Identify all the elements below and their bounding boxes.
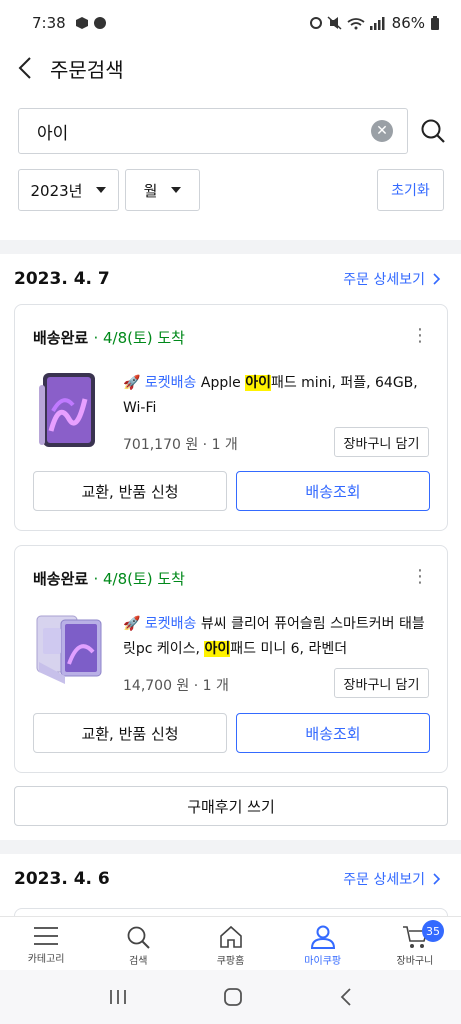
search-highlight: 아이 [204,641,231,657]
order-item-card: 배송완료 · 4/8(토) 도착 ⋮ 🚀 로켓배송 뷰씨 클리어 퓨어슬림 스마… [14,545,448,773]
delivery-status-label: 배송완료 [33,329,89,347]
price-quantity: 14,700 원 · 1 개 [123,678,229,694]
bottom-tab-bar: 카테고리 검색 쿠팡홈 마이쿠팡 장바구니 35 [0,916,461,970]
more-options-icon[interactable]: ⋮ [411,568,429,586]
home-nav-icon[interactable] [223,987,243,1007]
month-dropdown[interactable]: 월 [125,169,200,211]
exchange-return-button[interactable]: 교환, 반품 신청 [33,713,227,753]
product-name[interactable]: 🚀 로켓배송 뷰씨 클리어 퓨어슬림 스마트커버 태블릿pc 케이스, 아이패드… [123,612,433,662]
product-name-part: Apple [196,375,246,391]
rocket-delivery-label: 로켓배송 [144,616,197,632]
order-group: 2023. 4. 7 주문 상세보기 배송완료 · 4/8(토) 도착 ⋮ 🚀 … [0,254,461,840]
order-detail-link[interactable]: 주문 상세보기 [343,269,441,289]
order-date: 2023. 4. 7 [14,269,110,289]
delivery-status: 배송완료 · 4/8(토) 도착 [33,568,185,589]
delivery-status: 배송완료 · 4/8(토) 도착 [33,327,185,348]
caret-down-icon [96,187,107,193]
product-name[interactable]: 🚀 로켓배송 Apple 아이패드 mini, 퍼플, 64GB, Wi-Fi [123,371,433,421]
app-notification-icon [75,17,106,29]
cart-count-badge: 35 [422,920,445,942]
order-detail-label: 주문 상세보기 [343,272,425,288]
tab-category[interactable]: 카테고리 [0,917,92,970]
add-to-cart-button[interactable]: 장바구니 담기 [334,668,429,698]
tab-label: 카테고리 [27,954,65,965]
tab-my-coupang[interactable]: 마이쿠팡 [277,917,369,970]
search-button[interactable] [420,118,446,148]
arrival-date: · 4/8(토) 도착 [93,329,185,347]
tab-home[interactable]: 쿠팡홈 [184,917,276,970]
order-date-row: 2023. 4. 6 주문 상세보기 [0,854,461,904]
tab-label: 장바구니 [396,956,434,967]
product-image-ipad [39,373,95,447]
order-group: 2023. 4. 6 주문 상세보기 [0,854,461,918]
arrival-date: · 4/8(토) 도착 [93,570,185,588]
month-dropdown-label: 월 [143,181,158,200]
order-date-row: 2023. 4. 7 주문 상세보기 [0,254,461,304]
status-time: 7:38 [32,14,66,32]
add-to-cart-button[interactable]: 장바구니 담기 [334,427,429,457]
product-image-case [36,615,102,684]
order-date: 2023. 4. 6 [14,869,110,889]
home-icon [219,925,242,948]
search-icon [127,926,151,949]
order-detail-link[interactable]: 주문 상세보기 [343,869,441,889]
chevron-left-icon [18,57,31,79]
recent-apps-icon[interactable] [108,987,128,1007]
reset-button[interactable]: 초기화 [377,169,444,211]
tab-label: 마이쿠팡 [304,956,342,967]
year-dropdown[interactable]: 2023년 [18,169,119,211]
search-area: 아이 ✕ 2023년 월 초기화 [0,90,461,240]
search-input[interactable]: 아이 ✕ [18,108,408,154]
battery-level: 86% [391,14,425,32]
tab-label: 검색 [129,956,148,967]
status-icons [309,16,385,30]
tab-search[interactable]: 검색 [92,917,184,970]
delivery-status-label: 배송완료 [33,570,89,588]
status-bar: 7:38 86% [0,0,461,46]
search-icon [421,119,445,143]
more-options-icon[interactable]: ⋮ [411,327,429,345]
chevron-right-icon [433,273,441,285]
track-delivery-button[interactable]: 배송조회 [236,713,430,753]
battery-icon [431,16,439,30]
search-highlight: 아이 [245,375,271,391]
clear-icon[interactable]: ✕ [371,120,393,142]
back-button[interactable] [0,46,50,90]
order-item-card: 배송완료 · 4/8(토) 도착 ⋮ 🚀 로켓배송 Apple 아이패드 min… [14,304,448,531]
system-nav-bar [0,970,461,1024]
rocket-delivery-label: 로켓배송 [144,375,197,391]
menu-icon [34,927,59,945]
chevron-right-icon [433,873,441,885]
write-review-button[interactable]: 구매후기 쓰기 [14,786,448,826]
tab-label: 쿠팡홈 [216,956,245,967]
back-nav-icon[interactable] [339,987,353,1007]
page-title: 주문검색 [50,57,124,82]
exchange-return-button[interactable]: 교환, 반품 신청 [33,471,227,511]
track-delivery-button[interactable]: 배송조회 [236,471,430,511]
tab-cart[interactable]: 장바구니 35 [369,917,461,970]
person-icon [310,925,335,949]
year-dropdown-label: 2023년 [30,181,83,200]
caret-down-icon [171,187,182,193]
search-input-value[interactable]: 아이 [37,119,371,144]
price-quantity: 701,170 원 · 1 개 [123,437,238,453]
product-name-part: 패드 미니 6, 라벤더 [230,641,348,657]
order-detail-label: 주문 상세보기 [343,872,425,888]
page-header: 주문검색 [0,46,461,90]
